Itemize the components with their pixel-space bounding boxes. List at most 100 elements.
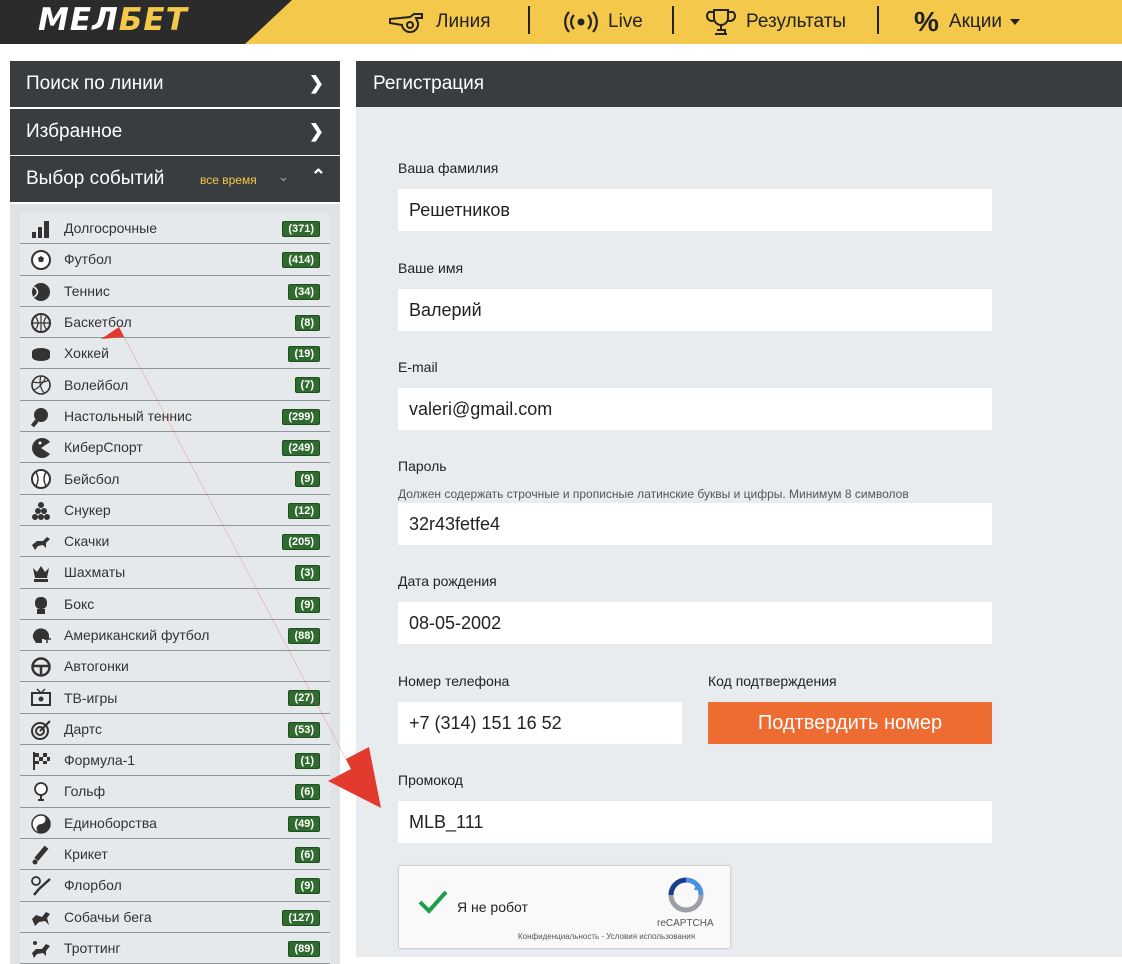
sport-item[interactable]: Единоборства (49) (20, 807, 330, 839)
live-broadcast-icon (564, 11, 598, 33)
sport-item[interactable]: Настольный теннис (299) (20, 400, 330, 433)
recaptcha-terms-link[interactable]: Конфиденциальность - Условия использован… (518, 932, 695, 941)
sport-name: Автогонки (64, 658, 129, 675)
sport-name: Волейбол (64, 376, 129, 393)
sports-list: Долгосрочные (371) Футбол (414) Теннис (34) Ба… (20, 213, 330, 964)
count-badge: (127) (282, 909, 320, 926)
count-badge: (414) (282, 252, 320, 269)
count-badge: (19) (288, 346, 320, 363)
sport-item[interactable]: Баскетбол (8) (20, 306, 330, 339)
period-filter[interactable]: все время (200, 173, 257, 187)
sport-item[interactable]: Троттинг (89) (20, 932, 330, 964)
volleyball-icon (30, 374, 52, 396)
recaptcha-logo-icon (667, 876, 705, 919)
nav-live[interactable]: Live (564, 0, 643, 44)
checkered-flag-icon (30, 750, 52, 772)
nav-promotions[interactable]: % Акции (914, 0, 1021, 44)
surname-field[interactable]: Решетников (398, 189, 992, 231)
cricket-bat-icon (30, 844, 52, 866)
nav-separator (877, 6, 879, 34)
tv-icon (30, 687, 52, 709)
birthdate-field[interactable]: 08-05-2002 (398, 602, 992, 644)
sport-item[interactable]: Крикет (6) (20, 838, 330, 871)
chevron-up-icon[interactable]: ⌃ (311, 166, 326, 187)
sport-name: Шахматы (64, 564, 126, 581)
count-badge: (53) (288, 721, 320, 738)
name-field[interactable]: Валерий (398, 289, 992, 331)
count-badge: (249) (282, 440, 320, 457)
sport-item[interactable]: Снукер (12) (20, 494, 330, 526)
sport-item[interactable]: Скачки (205) (20, 525, 330, 558)
email-field[interactable]: valeri@gmail.com (398, 388, 992, 430)
phone-field[interactable]: +7 (314) 151 16 52 (398, 702, 682, 744)
count-badge: (7) (294, 377, 320, 394)
sport-item[interactable]: Формула-1 (1) (20, 745, 330, 777)
count-badge: (12) (288, 502, 320, 519)
sport-item[interactable]: Шахматы (3) (20, 557, 330, 589)
sport-item[interactable]: Хоккей (19) (20, 338, 330, 370)
sport-name: ТВ-игры (64, 689, 118, 706)
boxing-glove-icon (30, 594, 52, 616)
sport-item[interactable]: Футбол (414) (20, 244, 330, 276)
chevron-down-icon[interactable]: ⌄ (278, 169, 289, 185)
sport-item[interactable]: КиберСпорт (249) (20, 432, 330, 464)
sport-item[interactable]: Бейсбол (9) (20, 463, 330, 495)
melbet-logo[interactable]: МЕЛБЕТ (38, 2, 188, 38)
football-helmet-icon (30, 625, 52, 647)
promo-field[interactable]: MLB_111 (398, 801, 992, 843)
hockey-puck-icon (30, 343, 52, 365)
sport-name: Собачьи бега (64, 908, 152, 925)
search-line-button[interactable]: Поиск по линии ❯ (10, 61, 340, 107)
nav-results[interactable]: Результаты (706, 0, 846, 44)
sport-item[interactable]: Гольф (6) (20, 776, 330, 808)
code-label: Код подтверждения (708, 673, 837, 689)
events-selector[interactable]: Выбор событий все время ⌄ ⌃ (10, 156, 340, 202)
sport-item[interactable]: Волейбол (7) (20, 369, 330, 401)
sport-name: Долгосрочные (64, 220, 158, 237)
phone-label: Номер телефона (398, 673, 510, 689)
password-label: Пароль (398, 458, 447, 474)
nav-separator (672, 6, 674, 34)
sport-item[interactable]: Автогонки (20, 651, 330, 683)
sport-item[interactable]: Дартс (53) (20, 713, 330, 746)
count-badge: (34) (288, 283, 320, 300)
percent-icon: % (914, 6, 939, 37)
nav-line[interactable]: Линия (388, 0, 490, 44)
count-badge: (9) (294, 878, 320, 895)
password-field[interactable]: 32r43fetfe4 (398, 503, 992, 545)
esports-icon (30, 437, 52, 459)
email-label: E-mail (398, 359, 438, 375)
surname-label: Ваша фамилия (398, 160, 499, 176)
count-badge: (6) (294, 784, 320, 801)
sport-name: Теннис (64, 282, 110, 299)
sport-name: Троттинг (64, 939, 121, 956)
sport-name: Скачки (64, 533, 110, 550)
top-header: МЕЛБЕТ Линия Live Результаты % Акции (0, 0, 1122, 44)
favorites-button[interactable]: Избранное ❯ (10, 109, 340, 155)
sport-name: Крикет (64, 846, 108, 863)
yin-yang-icon (30, 813, 52, 835)
name-label: Ваше имя (398, 260, 464, 276)
bar-chart-icon (30, 218, 52, 240)
sport-item[interactable]: Бокс (9) (20, 588, 330, 620)
sport-item[interactable]: Флорбол (9) (20, 870, 330, 902)
chevron-right-icon: ❯ (308, 121, 324, 141)
sport-name: Настольный теннис (64, 407, 192, 424)
count-badge: (9) (294, 596, 320, 613)
sport-item[interactable]: ТВ-игры (27) (20, 682, 330, 714)
whistle-icon (388, 11, 426, 33)
promo-label: Промокод (398, 772, 463, 788)
sport-item[interactable]: Собачьи бега (127) (20, 901, 330, 933)
sport-name: Американский футбол (64, 627, 210, 643)
count-badge: (88) (288, 627, 320, 644)
recaptcha-widget[interactable]: Я не робот reCAPTCHA Конфиденциальность … (398, 865, 731, 949)
sport-name: Гольф (64, 783, 106, 800)
sport-item[interactable]: Американский футбол (88) (20, 619, 330, 652)
sport-item[interactable]: Теннис (34) (20, 275, 330, 307)
sport-item[interactable]: Долгосрочные (371) (20, 213, 330, 245)
checkmark-icon[interactable] (417, 888, 449, 921)
darts-icon (30, 719, 52, 741)
floorball-icon (30, 875, 52, 897)
sport-name: Хоккей (64, 345, 109, 362)
confirm-number-button[interactable]: Подтвердить номер (708, 702, 992, 744)
